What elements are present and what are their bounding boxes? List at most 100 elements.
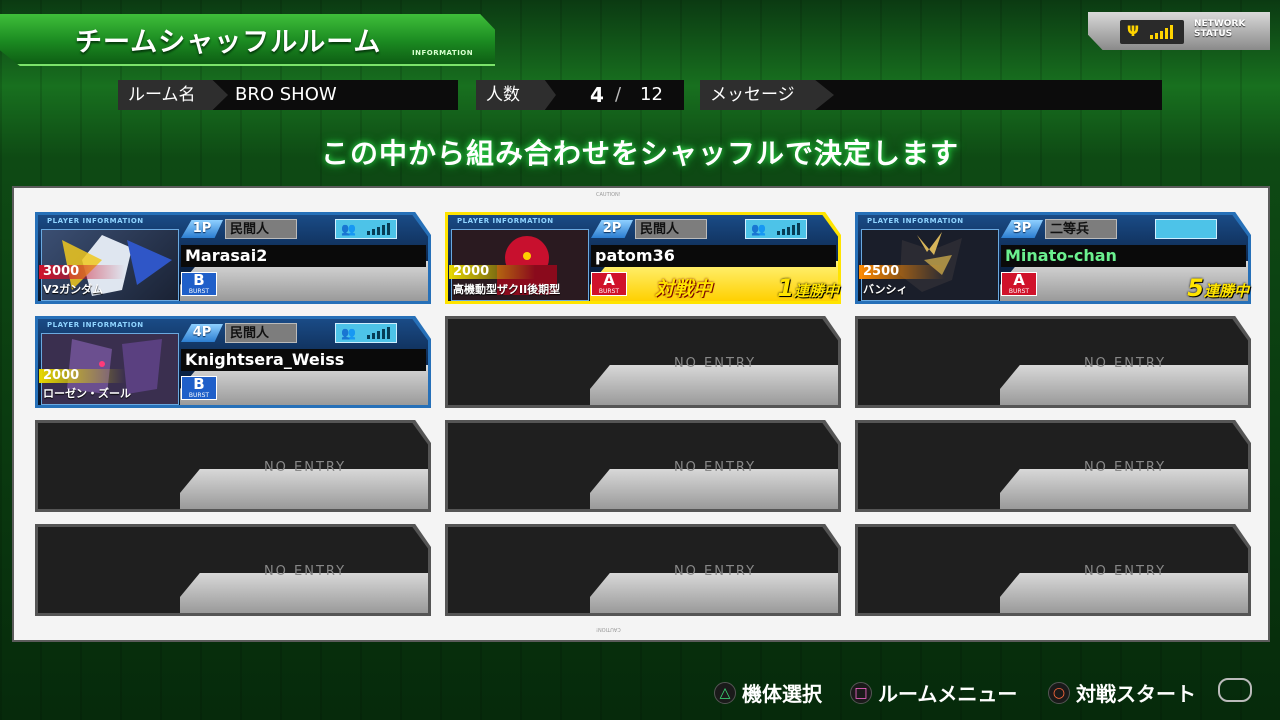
win-streak: 5連勝中 (1187, 274, 1249, 302)
player-info-label: PLAYER INFORMATION (457, 217, 554, 225)
circle-button-icon: ○ (1048, 681, 1070, 704)
player-card-4[interactable]: PLAYER INFORMATION 2000 ローゼン・ズール 4P 民間人 … (35, 316, 431, 408)
people-icon: 👥 (341, 326, 356, 340)
cost-label: 2000 (39, 369, 125, 383)
shuffle-banner: この中から組み合わせをシャッフルで決定します (320, 137, 959, 170)
room-name-label: ルーム名 (118, 80, 228, 110)
win-streak: 1連勝中 (777, 274, 839, 302)
burst-type: A BURST (591, 272, 627, 296)
network-label: NETWORK (1194, 19, 1246, 29)
cost-label: 3000 (39, 265, 125, 279)
slot-plate (590, 573, 838, 613)
people-icon: 👥 (751, 222, 766, 236)
slot-plate (180, 469, 428, 509)
empty-slot-7[interactable]: NO ENTRY (35, 420, 431, 512)
player-name: Marasai2 (181, 245, 426, 267)
slot-plate (1000, 365, 1248, 405)
slot-plate (1000, 573, 1248, 613)
burst-label: BURST (188, 288, 210, 295)
mobile-suit-name: バンシィ (863, 283, 908, 296)
burst-letter: A (603, 271, 615, 289)
streak-label: 連勝中 (1203, 282, 1249, 300)
slot-plate (590, 469, 838, 509)
player-count-separator: / (615, 84, 622, 105)
battle-start-button[interactable]: ○ 対戦スタート (1048, 678, 1196, 707)
connection-bars-icon (367, 327, 390, 339)
triangle-button-icon: △ (714, 681, 736, 704)
mobile-suit-name: 高機動型ザクII後期型 (453, 283, 561, 296)
in-battle-status: 対戦中 (655, 278, 713, 300)
empty-slot-12[interactable]: NO ENTRY (855, 524, 1251, 616)
slot-plate (590, 365, 838, 405)
player-info-label: PLAYER INFORMATION (867, 217, 964, 225)
burst-letter: A (1013, 271, 1025, 289)
player-card-1[interactable]: PLAYER INFORMATION 3000 V2ガンダム 1P 民間人 👥 … (35, 212, 431, 304)
empty-slot-8[interactable]: NO ENTRY (445, 420, 841, 512)
status-label: STATUS (1194, 29, 1233, 39)
signal-bars-icon (1150, 25, 1173, 39)
connection-bars-icon (367, 223, 390, 235)
card-plate (180, 365, 428, 405)
player-count-label: 人数 (476, 80, 556, 110)
empty-slot-10[interactable]: NO ENTRY (35, 524, 431, 616)
player-name: patom36 (591, 245, 836, 267)
battle-start-label: 対戦スタート (1076, 682, 1196, 706)
player-card-2[interactable]: PLAYER INFORMATION 2000 高機動型ザクII後期型 2P 民… (445, 212, 841, 304)
burst-label: BURST (598, 288, 620, 295)
mobile-suit-name: V2ガンダム (43, 283, 104, 296)
card-plate (180, 261, 428, 301)
controller-icon (1218, 678, 1252, 702)
player-name: Knightsera_Weiss (181, 349, 426, 371)
no-entry-label: NO ENTRY (263, 564, 347, 579)
room-name-value: BRO SHOW (235, 84, 337, 105)
no-entry-label: NO ENTRY (1083, 564, 1167, 579)
player-rank: 民間人 (225, 323, 297, 343)
connection-indicator: 👥 (335, 219, 397, 239)
people-icon: 👥 (341, 222, 356, 236)
player-count-value: 4 (590, 83, 604, 107)
burst-label: BURST (188, 392, 210, 399)
title-subtitle: INFORMATION (412, 49, 474, 57)
room-menu-label: ルームメニュー (878, 682, 1018, 706)
player-count-max: 12 (640, 84, 663, 105)
empty-slot-11[interactable]: NO ENTRY (445, 524, 841, 616)
player-rank: 民間人 (225, 219, 297, 239)
no-entry-label: NO ENTRY (673, 460, 757, 475)
connection-indicator (1155, 219, 1217, 239)
no-entry-label: NO ENTRY (1083, 356, 1167, 371)
player-card-3[interactable]: PLAYER INFORMATION 2500 バンシィ 3P 二等兵 Mina… (855, 212, 1251, 304)
player-info-label: PLAYER INFORMATION (47, 217, 144, 225)
burst-letter: B (193, 271, 205, 289)
mobile-suit-name: ローゼン・ズール (43, 387, 131, 400)
no-entry-label: NO ENTRY (673, 564, 757, 579)
connection-indicator: 👥 (335, 323, 397, 343)
caution-bottom: CAUTION! (596, 626, 621, 632)
page-title: チームシャッフルルーム (75, 27, 382, 58)
no-entry-label: NO ENTRY (263, 460, 347, 475)
message-label: メッセージ (700, 80, 834, 110)
player-rank: 民間人 (635, 219, 707, 239)
burst-label: BURST (1008, 288, 1030, 295)
cost-label: 2500 (859, 265, 945, 279)
empty-slot-9[interactable]: NO ENTRY (855, 420, 1251, 512)
antenna-icon: Ψ (1127, 24, 1139, 40)
streak-count: 5 (1187, 274, 1204, 302)
cost-label: 2000 (449, 265, 535, 279)
streak-count: 1 (777, 274, 794, 302)
player-name: Minato-chan (1001, 245, 1246, 267)
slot-plate (1000, 469, 1248, 509)
mobile-suit-select-label: 機体選択 (742, 682, 822, 706)
room-menu-button[interactable]: □ ルームメニュー (850, 678, 1017, 707)
no-entry-label: NO ENTRY (673, 356, 757, 371)
connection-indicator: 👥 (745, 219, 807, 239)
empty-slot-6[interactable]: NO ENTRY (855, 316, 1251, 408)
empty-slot-5[interactable]: NO ENTRY (445, 316, 841, 408)
burst-letter: B (193, 375, 205, 393)
burst-type: B BURST (181, 272, 217, 296)
streak-label: 連勝中 (793, 282, 839, 300)
square-button-icon: □ (850, 681, 872, 704)
mobile-suit-select-button[interactable]: △ 機体選択 (714, 678, 822, 707)
player-rank: 二等兵 (1045, 219, 1117, 239)
burst-type: B BURST (181, 376, 217, 400)
connection-bars-icon (777, 223, 800, 235)
